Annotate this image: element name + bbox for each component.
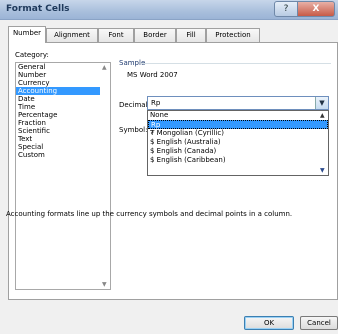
symbol-value: Rp	[151, 99, 161, 107]
tab-number[interactable]: Number	[8, 26, 46, 43]
category-item[interactable]: Percentage	[16, 111, 110, 119]
dialog-title: Format Cells	[6, 4, 70, 14]
category-item[interactable]: Text	[16, 135, 110, 143]
tab-fill[interactable]: Fill	[176, 28, 206, 42]
category-item[interactable]: General	[16, 63, 110, 71]
category-item[interactable]: Number	[16, 71, 110, 79]
scroll-up-icon[interactable]: ▲	[102, 64, 107, 71]
dropdown-scrollbar[interactable]: ▲ ▼	[318, 111, 328, 175]
title-bar[interactable]: Format Cells ? X	[0, 0, 338, 20]
category-label: Category:	[15, 51, 49, 59]
help-button[interactable]: ?	[274, 1, 298, 17]
symbol-label: Symbol:	[119, 126, 148, 134]
tab-protection[interactable]: Protection	[206, 28, 260, 42]
close-button[interactable]: X	[297, 1, 335, 17]
tab-border[interactable]: Border	[134, 28, 176, 42]
symbol-option-highlighted[interactable]: Rp	[148, 120, 328, 129]
scroll-down-icon[interactable]: ▼	[102, 281, 107, 288]
category-item[interactable]: Special	[16, 143, 110, 151]
category-item[interactable]: Fraction	[16, 119, 110, 127]
scroll-up-icon[interactable]: ▲	[320, 112, 325, 119]
sample-value: MS Word 2007	[127, 71, 178, 79]
tab-font[interactable]: Font	[98, 28, 134, 42]
category-item[interactable]: Currency	[16, 79, 110, 87]
symbol-option[interactable]: None	[148, 111, 328, 120]
symbol-dropdown-list[interactable]: None Rp ₮ Mongolian (Cyrillic) $ English…	[147, 110, 329, 176]
cancel-button[interactable]: Cancel	[300, 316, 338, 330]
ok-button[interactable]: OK	[244, 316, 294, 330]
category-listbox[interactable]: General Number Currency Accounting Date …	[15, 62, 111, 290]
symbol-option[interactable]: $ English (Caribbean)	[148, 156, 328, 165]
category-item[interactable]: Custom	[16, 151, 110, 159]
sample-group-line	[141, 63, 331, 64]
scroll-down-icon[interactable]: ▼	[320, 167, 325, 174]
format-description: Accounting formats line up the currency …	[6, 210, 293, 218]
title-buttons: ? X	[274, 1, 336, 18]
category-scrollbar[interactable]: ▲ ▼	[100, 63, 110, 289]
symbol-combobox[interactable]: Rp ▼	[147, 96, 329, 110]
category-item-selected[interactable]: Accounting	[16, 87, 110, 95]
tab-alignment[interactable]: Alignment	[46, 28, 98, 42]
format-cells-dialog: Format Cells ? X Number Alignment Font B…	[0, 0, 338, 334]
category-item[interactable]: Date	[16, 95, 110, 103]
chevron-down-icon[interactable]: ▼	[315, 97, 328, 109]
symbol-option[interactable]: $ English (Australia)	[148, 138, 328, 147]
symbol-option[interactable]: ₮ Mongolian (Cyrillic)	[148, 129, 328, 138]
symbol-option[interactable]: $ English (Canada)	[148, 147, 328, 156]
category-item[interactable]: Scientific	[16, 127, 110, 135]
category-item[interactable]: Time	[16, 103, 110, 111]
tab-strip: Number Alignment Font Border Fill Protec…	[8, 26, 338, 43]
